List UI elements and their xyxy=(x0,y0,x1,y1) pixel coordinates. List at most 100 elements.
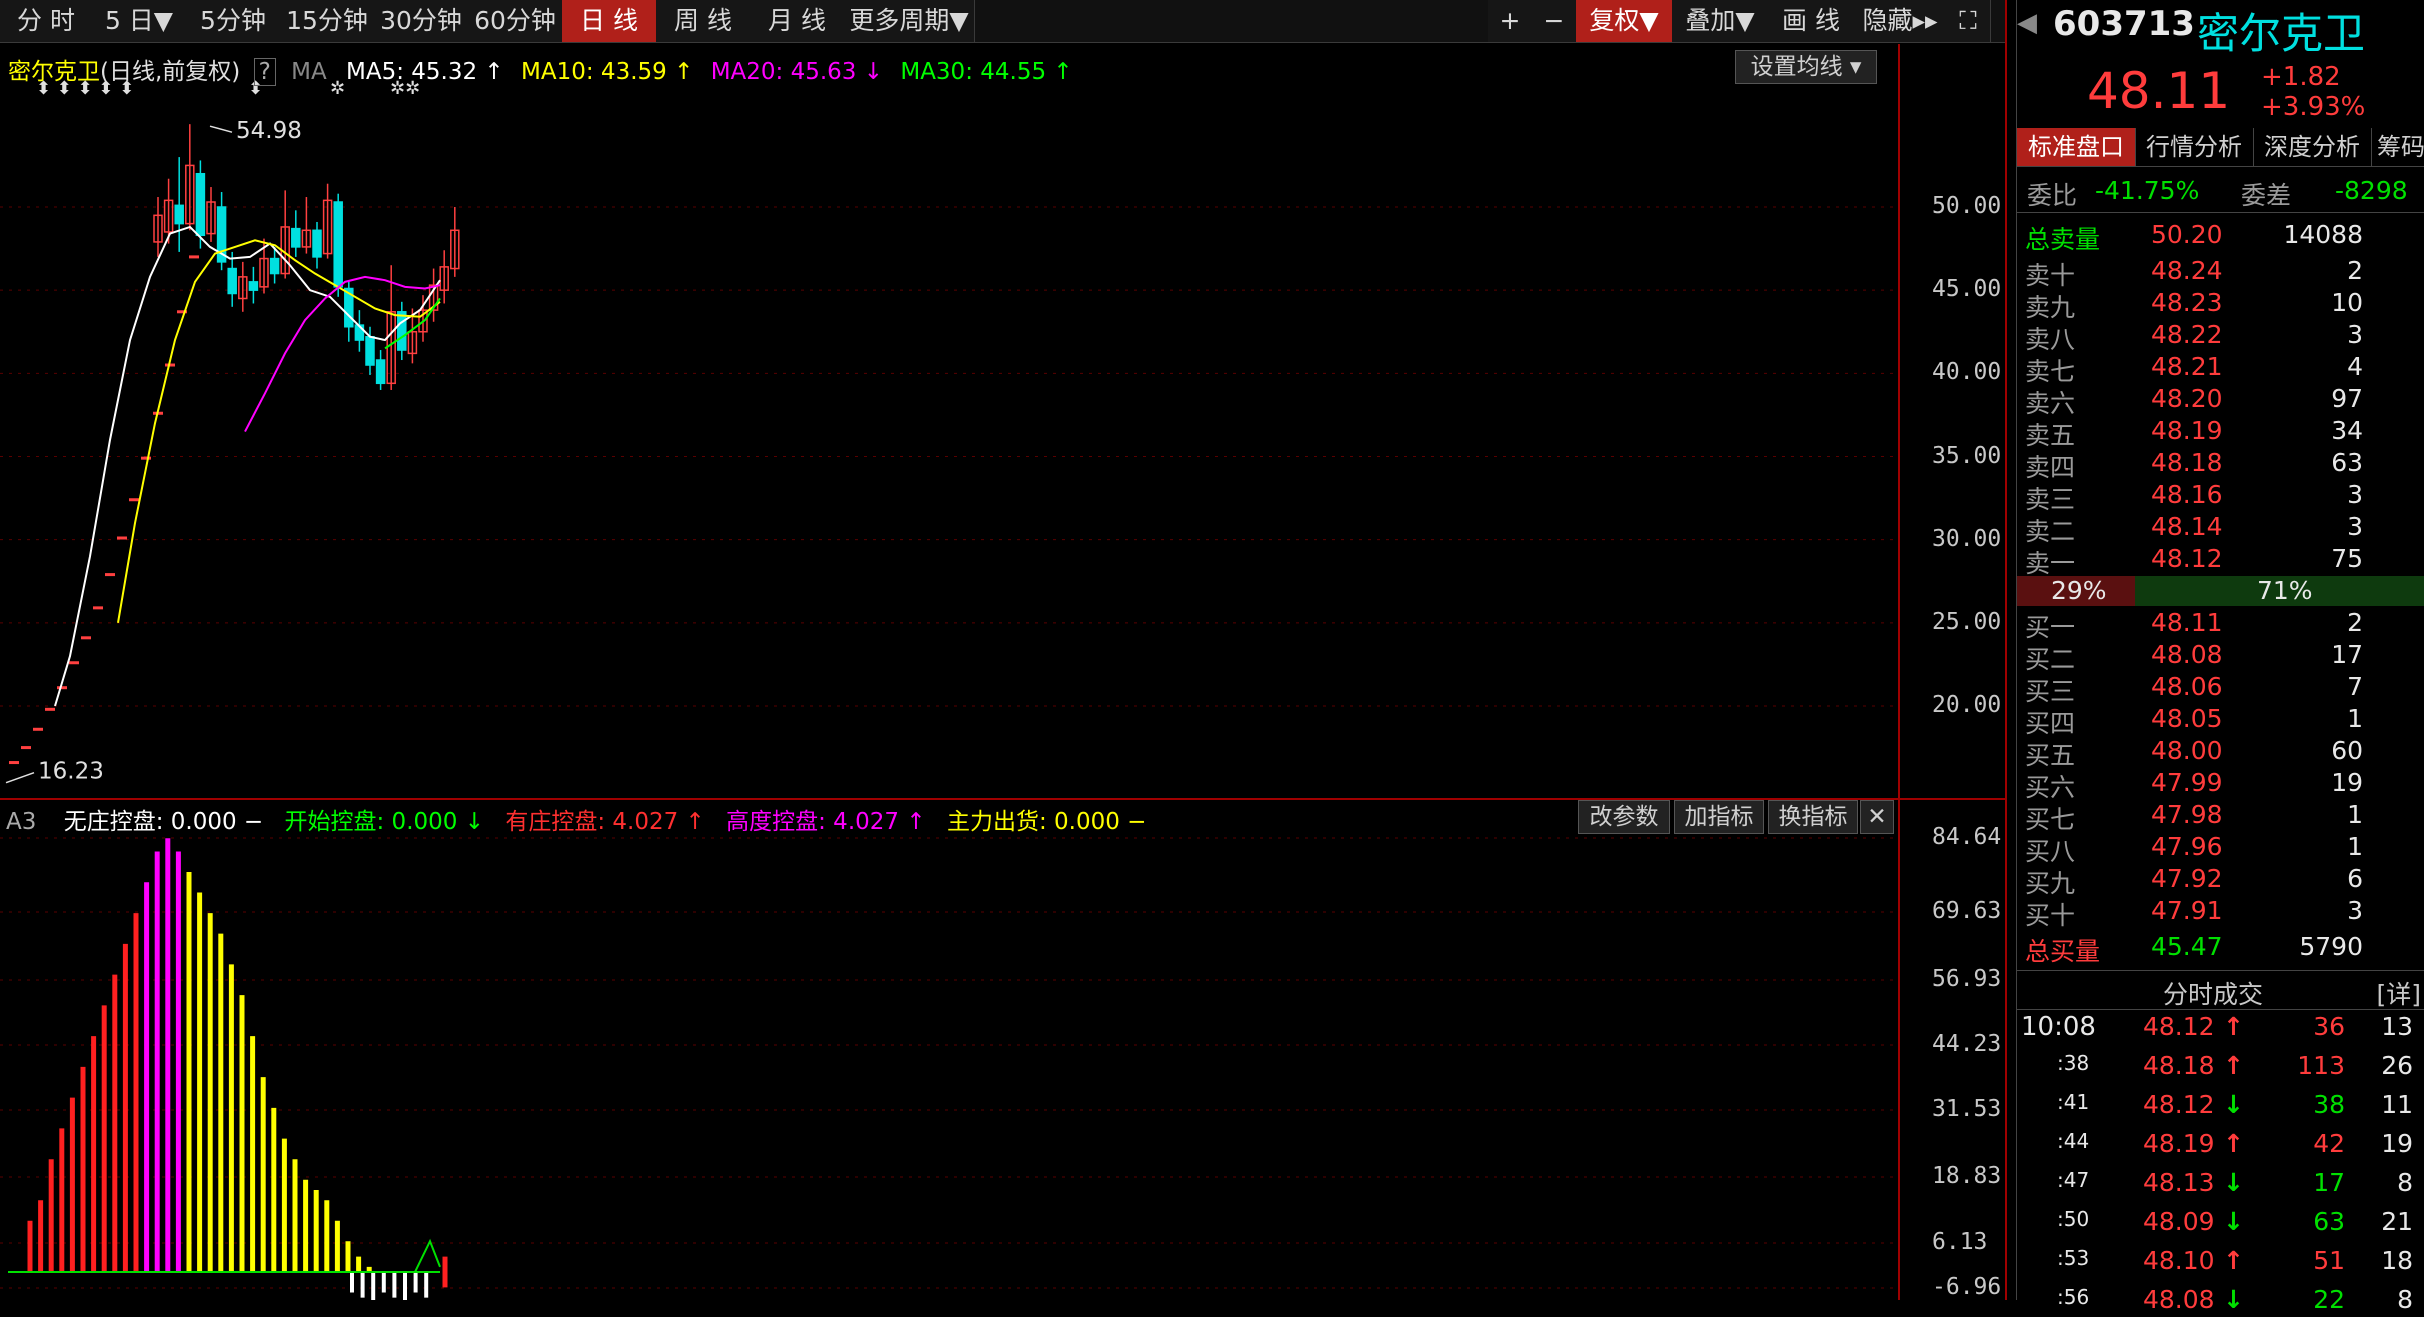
help-icon[interactable]: ? xyxy=(253,58,276,86)
price-axis-label: 25.00 xyxy=(1932,608,2002,635)
period-tab-4[interactable]: 30分钟 xyxy=(374,0,469,42)
tick-row: :41 48.12 ↓ 38 11 xyxy=(2017,1090,2424,1122)
buy-level-row[interactable]: 买一 48.11 2 xyxy=(2017,608,2424,642)
buy-level-row[interactable]: 买八 47.96 1 xyxy=(2017,832,2424,866)
draw-line-button[interactable]: 画 线 xyxy=(1768,0,1855,42)
buy-level-row-label: 买四 xyxy=(2025,709,2076,738)
kline-chart[interactable]: 54.98 16.23 ⬍ ⬍ ⬍ ⬍ ⬍ ⬍ ✲ ✲✲ xyxy=(0,44,1990,799)
high-arrow-icon xyxy=(209,125,233,133)
overlay-button[interactable]: 叠加▼ xyxy=(1672,0,1769,42)
ticks-detail-button[interactable]: [详] xyxy=(2376,975,2421,1011)
candle-body xyxy=(291,227,301,248)
sell-level-row-vol: 34 xyxy=(2331,416,2363,445)
buy-level-row[interactable]: 买二 48.08 17 xyxy=(2017,640,2424,674)
candle-body xyxy=(365,335,375,366)
hide-button[interactable]: 隐藏▸▸ xyxy=(1854,0,1947,42)
indicator-axis-label: 31.53 xyxy=(1932,1096,2002,1122)
buy-level-row-vol: 19 xyxy=(2331,768,2363,797)
quote-tabs: 标准盘口 行情分析 深度分析 筹码 xyxy=(2017,128,2424,167)
tick-count: 26 xyxy=(2381,1051,2413,1080)
sell-level-row-label: 卖三 xyxy=(2025,485,2076,514)
tick-dir-icon: ↓ xyxy=(2223,1168,2244,1197)
price-axis-label: 35.00 xyxy=(1932,442,2002,469)
price-change-pct: +3.93% xyxy=(2261,92,2366,122)
sell-level-row[interactable]: 卖九 48.23 10 xyxy=(2017,288,2424,322)
period-tab-5[interactable]: 60分钟 xyxy=(468,0,563,42)
zoom-in-button[interactable]: + xyxy=(1488,0,1533,42)
buy-level-row-price: 47.91 xyxy=(2151,896,2223,925)
buy-sell-ratio-bar: 29% 71% xyxy=(2017,576,2424,606)
period-tab-9[interactable]: 更多周期▼ xyxy=(844,0,975,42)
total-sell-row[interactable]: 总卖量 50.20 14088 xyxy=(2017,220,2424,254)
sell-level-row[interactable]: 卖十 48.24 2 xyxy=(2017,256,2424,290)
buy-level-row-label: 买五 xyxy=(2025,741,2076,770)
ma30-arrow-icon: ↑ xyxy=(1046,59,1073,85)
total-buy-row-label: 总买量 xyxy=(2025,937,2101,966)
period-tab-7[interactable]: 周 线 xyxy=(656,0,751,42)
period-tab-8[interactable]: 月 线 xyxy=(750,0,845,42)
candle-body xyxy=(312,229,322,258)
sell-level-row[interactable]: 卖三 48.16 3 xyxy=(2017,480,2424,514)
buy-level-row-price: 47.92 xyxy=(2151,864,2223,893)
sell-level-row[interactable]: 卖五 48.19 34 xyxy=(2017,416,2424,450)
sell-level-row[interactable]: 卖二 48.14 3 xyxy=(2017,512,2424,546)
tick-row: :38 48.18 ↑ 113 26 xyxy=(2017,1051,2424,1083)
buy-level-row-label: 买九 xyxy=(2025,869,2076,898)
ma10-arrow-icon: ↑ xyxy=(666,59,694,85)
buy-level-row-vol: 17 xyxy=(2331,640,2363,669)
buy-level-row[interactable]: 买四 48.05 1 xyxy=(2017,704,2424,738)
prev-stock-icon[interactable]: ◀ xyxy=(2017,8,2037,38)
buy-level-row-label: 买三 xyxy=(2025,677,2076,706)
adjust-right-button[interactable]: 复权▼ xyxy=(1576,0,1673,42)
ma-label: MA xyxy=(291,59,327,85)
period-tab-0[interactable]: 分 时 xyxy=(0,0,93,42)
buy-level-row[interactable]: 买九 47.92 6 xyxy=(2017,864,2424,898)
period-tab-1[interactable]: 5 日▼ xyxy=(92,0,187,42)
tick-vol: 113 xyxy=(2297,1051,2345,1080)
candle-body xyxy=(397,311,407,351)
period-tab-2[interactable]: 5分钟 xyxy=(186,0,281,42)
sell-level-row[interactable]: 卖一 48.12 75 xyxy=(2017,544,2424,578)
sell-level-row[interactable]: 卖八 48.22 3 xyxy=(2017,320,2424,354)
tick-row: :53 48.10 ↑ 51 18 xyxy=(2017,1246,2424,1278)
sell-level-row[interactable]: 卖六 48.20 97 xyxy=(2017,384,2424,418)
sell-level-row-vol: 3 xyxy=(2347,480,2363,509)
indicator-chart[interactable] xyxy=(0,800,1990,1300)
buy-level-row[interactable]: 买七 47.98 1 xyxy=(2017,800,2424,834)
buy-level-row-label: 买十 xyxy=(2025,901,2076,930)
zoom-out-button[interactable]: − xyxy=(1532,0,1577,42)
tick-count: 11 xyxy=(2381,1090,2413,1119)
tick-price: 48.12 xyxy=(2143,1012,2215,1041)
sell-level-row-price: 48.22 xyxy=(2151,320,2223,349)
fullscreen-icon[interactable]: ⛶ xyxy=(1946,0,1991,42)
total-buy-row-price: 45.47 xyxy=(2151,932,2223,961)
buy-level-row[interactable]: 买五 48.00 60 xyxy=(2017,736,2424,770)
total-buy-row[interactable]: 总买量 45.47 5790 xyxy=(2017,932,2424,966)
tick-dir-icon: ↓ xyxy=(2223,1090,2244,1119)
tick-price: 48.09 xyxy=(2143,1207,2215,1236)
period-tab-3[interactable]: 15分钟 xyxy=(280,0,375,42)
buy-level-row-vol: 7 xyxy=(2347,672,2363,701)
tick-time: 10:08 xyxy=(2021,1012,2096,1042)
candle-body xyxy=(269,257,280,275)
tick-row: :50 48.09 ↓ 63 21 xyxy=(2017,1207,2424,1239)
tick-price: 48.10 xyxy=(2143,1246,2215,1275)
sell-level-row-label: 卖六 xyxy=(2025,389,2076,418)
quote-tab-2[interactable]: 深度分析 xyxy=(2253,128,2372,166)
buy-level-row[interactable]: 买三 48.06 7 xyxy=(2017,672,2424,706)
period-tab-6[interactable]: 日 线 xyxy=(562,0,657,42)
indicator-axis-label: 6.13 xyxy=(1932,1229,1988,1255)
sell-level-row[interactable]: 卖四 48.18 63 xyxy=(2017,448,2424,482)
sell-level-row[interactable]: 卖七 48.21 4 xyxy=(2017,352,2424,386)
quote-tab-1[interactable]: 行情分析 xyxy=(2135,128,2254,166)
buy-level-row[interactable]: 买六 47.99 19 xyxy=(2017,768,2424,802)
candle-body xyxy=(333,201,343,288)
ma-settings-button[interactable]: 设置均线 ▾ xyxy=(1735,50,1877,84)
tick-count: 19 xyxy=(2381,1129,2413,1158)
quote-tab-0[interactable]: 标准盘口 xyxy=(2017,128,2136,166)
ticks-header: 分时成交 [详] xyxy=(2017,970,2424,1010)
buy-level-row[interactable]: 买十 47.91 3 xyxy=(2017,896,2424,930)
ratio-right: 71% xyxy=(2257,576,2313,605)
buy-level-row-vol: 2 xyxy=(2347,608,2363,637)
quote-tab-3[interactable]: 筹码 xyxy=(2371,128,2424,166)
